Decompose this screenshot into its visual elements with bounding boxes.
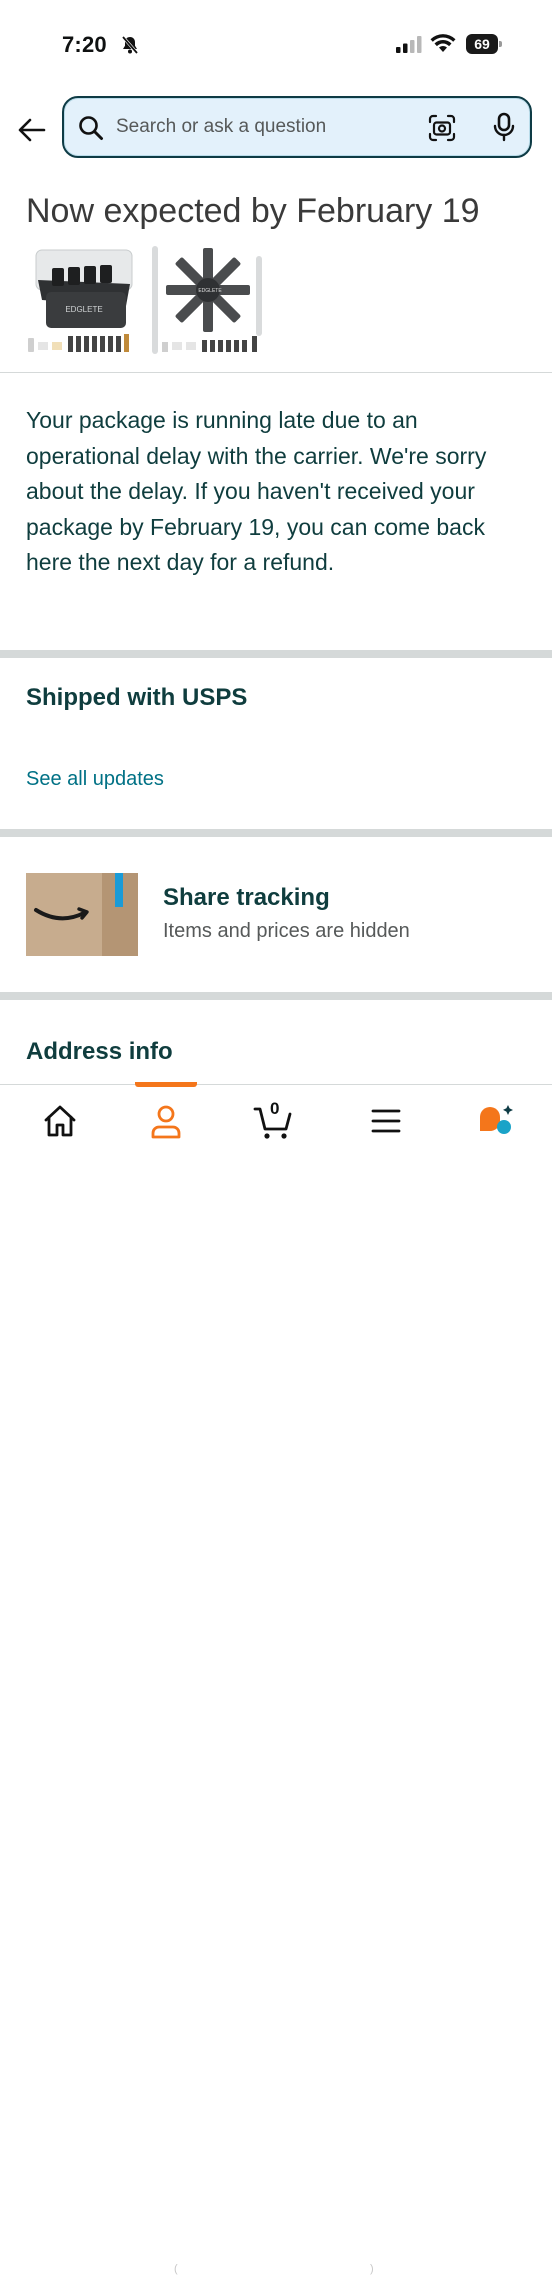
product-brand-label-1: EDGLETE [65, 305, 102, 314]
rufus-assistant-icon[interactable] [474, 1101, 518, 1141]
bottom-navigation: 0 ( ) [0, 1082, 552, 2275]
product-image-case[interactable]: EDGLETE [24, 240, 144, 360]
section-separator [0, 650, 552, 658]
delay-message: Your package is running late due to an o… [26, 407, 487, 575]
active-tab-indicator [135, 1082, 197, 1087]
cart-count: 0 [270, 1099, 280, 1118]
carrier-title: Shipped with USPS [26, 684, 248, 711]
battery-level: 69 [466, 34, 498, 54]
status-bar: 7:20 69 [0, 0, 552, 90]
menu-icon[interactable] [364, 1101, 408, 1141]
account-icon[interactable] [144, 1101, 188, 1141]
product-brand-label-2: EDGLETE [198, 288, 222, 294]
search-bar[interactable] [62, 96, 532, 158]
address-info-title: Address info [26, 1038, 173, 1065]
amazon-box-image[interactable] [26, 873, 138, 956]
bell-slash-icon [121, 36, 139, 54]
search-icon [79, 116, 103, 140]
signal-icon [396, 36, 422, 53]
camera-lens-icon[interactable] [428, 114, 456, 142]
wifi-icon [430, 34, 456, 52]
home-indicator-right: ) [370, 2263, 374, 2275]
section-separator [0, 829, 552, 837]
see-all-updates-link[interactable]: See all updates [26, 768, 164, 791]
share-tracking-subtitle: Items and prices are hidden [163, 920, 410, 942]
home-icon[interactable] [38, 1101, 82, 1141]
share-tracking-title[interactable]: Share tracking [163, 884, 330, 912]
battery-indicator: 69 [466, 34, 502, 54]
microphone-icon[interactable] [492, 112, 516, 142]
product-image-star-tool[interactable]: EDGLETE [148, 240, 268, 360]
status-time: 7:20 [62, 32, 107, 57]
search-input[interactable] [116, 113, 406, 141]
home-indicator-left: ( [174, 2263, 178, 2275]
section-separator [0, 992, 552, 1000]
cart-button[interactable]: 0 [252, 1099, 296, 1141]
delivery-status-title: Now expected by February 19 [26, 192, 480, 230]
battery-tip [499, 41, 502, 47]
back-arrow-button[interactable] [14, 112, 50, 148]
divider [0, 372, 552, 373]
